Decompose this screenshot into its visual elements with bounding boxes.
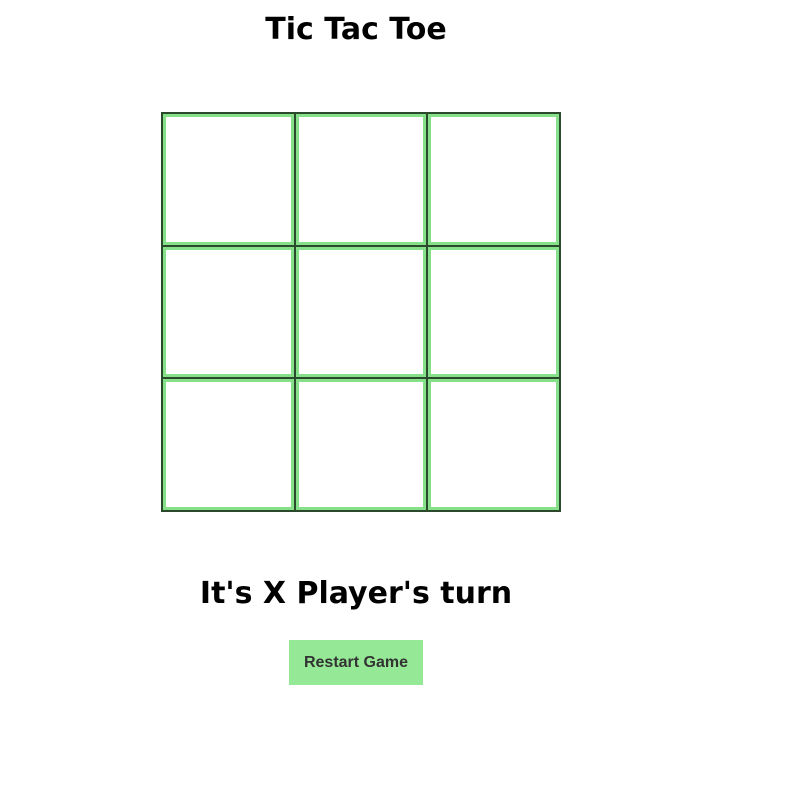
board-cell-0[interactable]	[162, 113, 295, 246]
board-cell-2[interactable]	[427, 113, 560, 246]
board-cell-4[interactable]	[294, 245, 428, 379]
board-cell-1[interactable]	[294, 113, 428, 246]
board-cell-6[interactable]	[162, 378, 295, 511]
turn-status: It's X Player's turn	[199, 576, 513, 611]
game-board	[161, 112, 561, 512]
board-cell-5[interactable]	[427, 245, 560, 379]
board-cell-3[interactable]	[162, 245, 295, 379]
restart-game-button[interactable]: Restart Game	[289, 640, 423, 685]
board-cell-8[interactable]	[427, 378, 560, 511]
board-cell-7[interactable]	[294, 378, 428, 511]
game-title: Tic Tac Toe	[265, 12, 447, 47]
